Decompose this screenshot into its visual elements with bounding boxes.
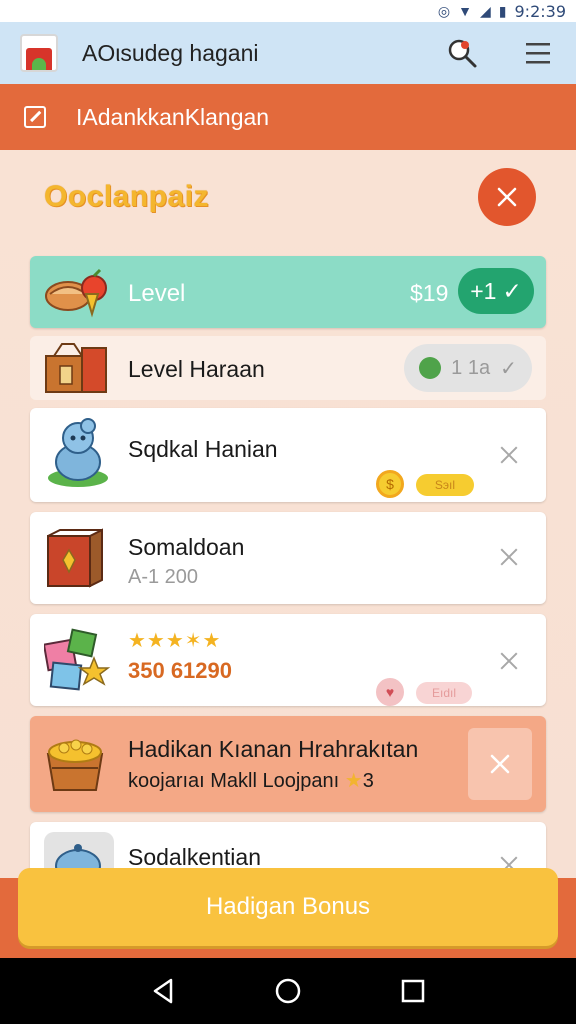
list-item[interactable]: ★★★✶★ 350 61290 ♥ Eıdıl [30, 614, 546, 706]
reward-panel: Ooclanpaiz Level $19 +1 ✓ Level Haraan 1… [0, 150, 576, 892]
locked-reward-button[interactable]: 1 1a ✓ [404, 344, 532, 392]
item-title: Level Haraan [128, 356, 265, 382]
section-banner: IAdankkanKlangan [0, 84, 576, 150]
item-subtitle: koojarıaı Makll Loojpanı ★3 [128, 768, 374, 793]
dismiss-icon[interactable] [498, 444, 520, 466]
star-value: 3 [362, 770, 374, 792]
dismiss-icon[interactable] [498, 650, 520, 672]
item-subtitle: A-1 200 [128, 566, 199, 588]
banner-title: IAdankkanKlangan [76, 103, 270, 130]
item-title: Hadikan Kıanan Hrahrakıtan [128, 736, 419, 762]
checkbox-icon[interactable] [24, 106, 46, 128]
food-basket-icon [44, 266, 112, 323]
heart-icon: ♥ [376, 678, 404, 706]
gem-icon [419, 357, 442, 379]
check-icon: ✓ [502, 277, 522, 304]
close-icon [497, 187, 517, 207]
list-item[interactable]: Level $19 +1 ✓ [30, 256, 546, 328]
panel-title: Ooclanpaiz [44, 180, 210, 213]
bonus-button[interactable]: Hadigan Bonus [18, 868, 558, 946]
app-title: AOιsudeg hagani [82, 39, 259, 66]
item-title: Somaldoan [128, 534, 245, 560]
gift-blocks-icon [42, 628, 114, 699]
status-bar: ◎ ▼ ◢ ▮ 9:2:39 [0, 0, 576, 22]
wifi-icon: ▼ [458, 3, 472, 19]
gold-basket-icon [44, 732, 106, 799]
claim-label: +1 [470, 277, 497, 304]
battery-icon: ▮ [498, 2, 507, 19]
crate-icon [44, 342, 110, 399]
character-icon [44, 418, 114, 495]
app-logo[interactable] [20, 34, 58, 72]
status-time: 9:2:39 [514, 1, 567, 21]
chest-icon [44, 526, 106, 595]
coin-icon: $ [376, 470, 404, 498]
logo-shape [26, 48, 52, 70]
search-icon[interactable] [442, 33, 482, 73]
alarm-icon: ◎ [437, 2, 451, 19]
claim-button[interactable]: +1 ✓ [458, 268, 534, 314]
list-item[interactable]: Level Haraan 1 1a ✓ [30, 336, 546, 400]
close-button[interactable] [478, 168, 536, 226]
close-icon [490, 754, 510, 774]
dismiss-button[interactable] [468, 728, 532, 800]
back-icon[interactable] [148, 976, 178, 1006]
check-icon: ✓ [500, 357, 517, 380]
list-item-highlighted[interactable]: Hadikan Kıanan Hrahrakıtan koojarıaı Mak… [30, 716, 546, 812]
reward-label: 1 1a [451, 356, 491, 379]
reward-tag: Sэıl [416, 474, 474, 496]
reward-tag: Eıdıl [416, 682, 472, 704]
menu-icon[interactable] [518, 33, 558, 73]
rating-stars: ★★★✶★ [128, 630, 222, 652]
home-icon[interactable] [273, 976, 303, 1006]
item-price: $19 [410, 280, 449, 306]
item-title: Sqdkal Hanian [128, 436, 278, 462]
signal-icon: ◢ [480, 2, 491, 19]
item-title: Sodalkentian [128, 844, 261, 870]
dismiss-icon[interactable] [498, 546, 520, 568]
system-nav-bar [0, 958, 576, 1024]
item-subtitle-text: koojarıaı Makll Loojpanı [128, 770, 340, 792]
item-title: Level [128, 280, 186, 307]
item-price: 350 61290 [128, 658, 232, 683]
app-bar: AOιsudeg hagani [0, 22, 576, 84]
star-icon: ★ [344, 770, 363, 792]
recents-icon[interactable] [398, 976, 428, 1006]
list-item[interactable]: Sqdkal Hanian $ Sэıl [30, 408, 546, 502]
list-item[interactable]: Somaldoan A-1 200 [30, 512, 546, 604]
